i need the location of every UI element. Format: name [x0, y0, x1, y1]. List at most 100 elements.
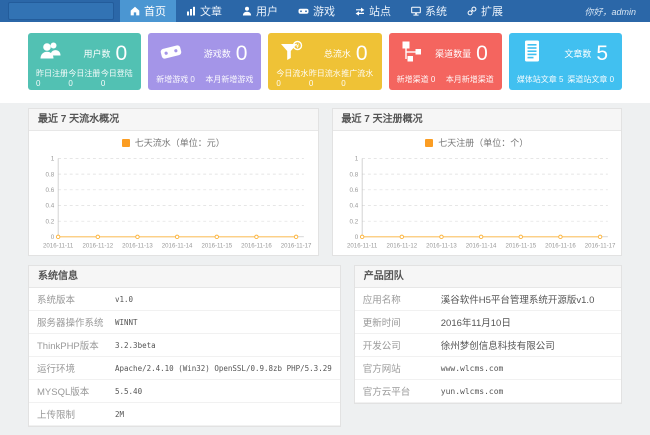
- nav-item-games[interactable]: 游戏: [288, 0, 345, 22]
- panel-title: 最近 7 天流水概况: [29, 109, 318, 131]
- svg-text:0.2: 0.2: [46, 218, 55, 225]
- card-footer-item: 本月新增渠道: [446, 74, 494, 85]
- card-footer: 昨日注册 0 今日注册 0 今日登陆 0: [34, 68, 135, 88]
- info-value: 5.5.40: [115, 387, 142, 396]
- users-icon: [34, 39, 64, 68]
- nav-label: 用户: [256, 3, 278, 19]
- card-metric: 渠道数量 0: [435, 44, 488, 64]
- svg-text:2016-11-16: 2016-11-16: [545, 242, 576, 249]
- card-footer-item: 本月新增游戏: [205, 74, 253, 85]
- card-footer: 今日流水 0 昨日流水 0 推广流水 0: [274, 68, 375, 88]
- info-row-developer: 开发公司 徐州梦创信息科技有限公司: [355, 334, 621, 357]
- card-top: ¥ 总流水 0: [274, 39, 375, 68]
- site-arrows-icon: [355, 6, 365, 16]
- svg-text:0.2: 0.2: [349, 218, 358, 225]
- card-top: 游戏数 0: [154, 39, 255, 68]
- nav-item-extensions[interactable]: 扩展: [457, 0, 513, 22]
- svg-text:2016-11-12: 2016-11-12: [82, 242, 113, 249]
- card-metric: 文章数 5: [564, 44, 608, 64]
- info-label: 上传限制: [37, 407, 115, 421]
- stat-card-channels: 渠道数量 0 新增渠道 0 本月新增渠道: [389, 33, 502, 90]
- card-top: 文章数 5: [515, 39, 616, 68]
- product-team-panel: 产品团队 应用名称 溪谷软件H5平台管理系统开源版v1.0 更新时间 2016年…: [354, 265, 622, 404]
- stat-card-games: 游戏数 0 新增游戏 0 本月新增游戏: [148, 33, 261, 90]
- card-footer-item: 昨日流水 0: [309, 68, 341, 88]
- card-footer-item: 昨日注册 0: [36, 68, 68, 88]
- monitor-icon: [411, 6, 421, 16]
- card-value: 0: [476, 44, 488, 64]
- stat-card-articles: 文章数 5 媒体站文章 5 渠道站文章 0: [509, 33, 622, 90]
- nav-label: 扩展: [481, 3, 503, 19]
- card-footer-item: 今日流水 0: [276, 68, 308, 88]
- nav-label: 游戏: [313, 3, 335, 19]
- svg-text:1: 1: [354, 156, 358, 163]
- card-footer: 新增渠道 0 本月新增渠道: [395, 74, 496, 85]
- info-row-environment: 运行环境 Apache/2.4.10 (Win32) OpenSSL/0.9.8…: [29, 357, 340, 380]
- nav-item-sites[interactable]: 站点: [345, 0, 401, 22]
- card-label: 渠道数量: [435, 47, 471, 60]
- card-metric: 用户数 0: [84, 44, 128, 64]
- svg-text:0: 0: [51, 234, 55, 241]
- svg-text:2016-11-14: 2016-11-14: [162, 242, 193, 249]
- card-label: 文章数: [564, 47, 591, 60]
- stats-cards-band: 用户数 0 昨日注册 0 今日注册 0 今日登陆 0 游戏数 0 新增游戏 0 …: [0, 22, 650, 103]
- nav-label: 首页: [144, 3, 166, 19]
- svg-text:2016-11-11: 2016-11-11: [347, 242, 378, 249]
- user-greeting[interactable]: 你好，admin: [584, 5, 650, 18]
- info-value: 2016年11月10日: [441, 315, 511, 329]
- card-footer-item: 今日注册 0: [68, 68, 100, 88]
- nav-item-home[interactable]: 首页: [120, 0, 176, 22]
- legend-label: 七天注册（单位：个）: [438, 138, 528, 148]
- cloud-platform-link[interactable]: yun.wlcms.com: [441, 387, 504, 396]
- info-row-thinkphp-version: ThinkPHP版本 3.2.3beta: [29, 334, 340, 357]
- svg-text:2016-11-12: 2016-11-12: [386, 242, 417, 249]
- official-site-link[interactable]: www.wlcms.com: [441, 364, 504, 373]
- chart-body: 七天注册（单位：个） 00.20.40.60.812016-11-112016-…: [333, 131, 622, 255]
- card-footer-item: 渠道站文章 0: [567, 74, 614, 85]
- info-label: 更新时间: [363, 315, 441, 329]
- card-footer-item: 媒体站文章 5: [517, 74, 564, 85]
- info-row-mysql-version: MYSQL版本 5.5.40: [29, 380, 340, 403]
- card-footer-item: 今日登陆 0: [101, 68, 133, 88]
- nav-item-system[interactable]: 系统: [401, 0, 457, 22]
- document-icon: [515, 39, 545, 68]
- legend-label: 七天流水（单位：元）: [135, 138, 225, 148]
- info-row-update-time: 更新时间 2016年11月10日: [355, 311, 621, 334]
- chart-legend: 七天注册（单位：个）: [337, 135, 618, 151]
- svg-text:2016-11-15: 2016-11-15: [201, 242, 232, 249]
- register-chart-panel: 最近 7 天注册概况 七天注册（单位：个） 00.20.40.60.812016…: [332, 108, 623, 256]
- svg-text:2016-11-13: 2016-11-13: [426, 242, 457, 249]
- brand-logo[interactable]: [8, 2, 114, 20]
- info-label: 服务器操作系统: [37, 315, 115, 329]
- card-top: 渠道数量 0: [395, 39, 496, 68]
- card-top: 用户数 0: [34, 39, 135, 68]
- info-value: 2M: [115, 410, 124, 419]
- nav-item-users[interactable]: 用户: [232, 0, 288, 22]
- info-value: WINNT: [115, 318, 138, 327]
- chart-bars-icon: [186, 6, 196, 16]
- nav-label: 系统: [425, 3, 447, 19]
- svg-text:0.4: 0.4: [46, 203, 55, 210]
- info-label: ThinkPHP版本: [37, 338, 115, 352]
- card-value: 5: [596, 44, 608, 64]
- svg-text:0.8: 0.8: [46, 171, 55, 178]
- svg-text:2016-11-17: 2016-11-17: [281, 242, 312, 249]
- card-footer-item: 新增渠道 0: [397, 74, 436, 85]
- card-footer: 媒体站文章 5 渠道站文章 0: [515, 74, 616, 85]
- system-info-panel: 系统信息 系统版本 v1.0 服务器操作系统 WINNT ThinkPHP版本 …: [28, 265, 341, 427]
- card-footer: 新增游戏 0 本月新增游戏: [154, 74, 255, 85]
- svg-text:¥: ¥: [296, 42, 300, 50]
- top-navbar: 首页 文章 用户 游戏 站点 系统 扩展 你好，admin: [0, 0, 650, 22]
- info-label: 运行环境: [37, 361, 115, 375]
- card-value: 0: [236, 44, 248, 64]
- card-label: 总流水: [324, 47, 351, 60]
- info-value: 3.2.3beta: [115, 341, 156, 350]
- sitemap-icon: [395, 39, 425, 68]
- card-footer-item: 推广流水 0: [341, 68, 373, 88]
- info-label: 系统版本: [37, 292, 115, 306]
- link-icon: [467, 6, 477, 16]
- home-icon: [130, 6, 140, 16]
- svg-text:0.6: 0.6: [46, 187, 55, 194]
- nav-item-articles[interactable]: 文章: [176, 0, 232, 22]
- card-value: 0: [116, 44, 128, 64]
